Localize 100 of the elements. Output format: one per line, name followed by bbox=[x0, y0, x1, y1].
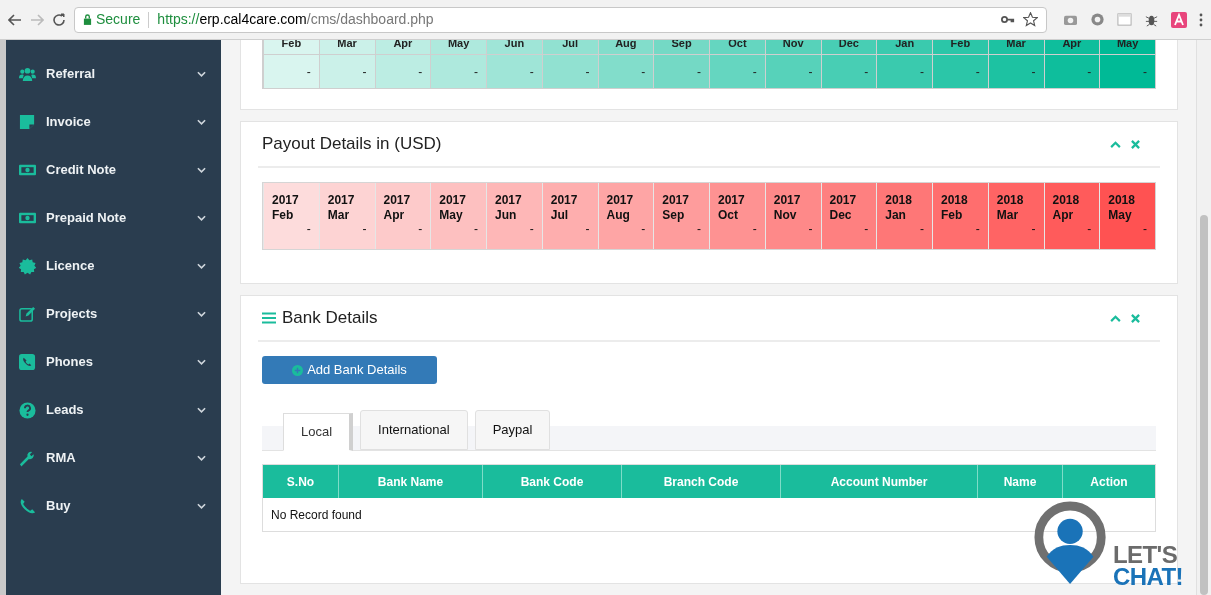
table-cell: - bbox=[987, 54, 1044, 88]
edit-icon bbox=[19, 305, 36, 323]
payout-value: - bbox=[474, 223, 478, 235]
table-header-cell: Oct bbox=[709, 40, 765, 54]
star-icon[interactable] bbox=[1023, 12, 1038, 27]
table-cell: - bbox=[932, 54, 988, 88]
year-label: 2017 bbox=[550, 193, 579, 208]
table-cell: - bbox=[318, 54, 375, 88]
month-label: Feb bbox=[941, 208, 964, 223]
table-cell: - bbox=[486, 54, 542, 88]
payout-value: - bbox=[418, 223, 423, 235]
chevron-down-icon bbox=[197, 215, 206, 221]
seal-icon bbox=[19, 257, 36, 275]
year-label: 2017 bbox=[829, 193, 858, 208]
chevron-down-icon bbox=[197, 263, 206, 269]
card-title: Bank Details bbox=[282, 307, 378, 330]
address-bar[interactable]: Secure https://erp.cal4care.com/cms/dashboard.php bbox=[74, 6, 1047, 33]
month-label: May bbox=[1108, 208, 1133, 223]
column-header: Bank Name bbox=[338, 465, 482, 498]
chevron-down-icon bbox=[197, 167, 206, 173]
phone-icon bbox=[19, 353, 36, 371]
extension-icon[interactable] bbox=[1171, 11, 1187, 28]
add-bank-details-button[interactable]: Add Bank Details bbox=[262, 356, 437, 384]
back-icon[interactable] bbox=[8, 12, 22, 27]
table-header-cell: Mar bbox=[987, 40, 1044, 54]
camera-icon[interactable] bbox=[1063, 13, 1078, 26]
payout-value: - bbox=[306, 223, 311, 235]
sidebar-item[interactable]: Buy bbox=[6, 482, 221, 530]
forward-icon[interactable] bbox=[30, 12, 44, 27]
chevron-down-icon bbox=[197, 407, 206, 413]
month-label: Feb bbox=[272, 208, 295, 223]
sidebar-item[interactable]: Projects bbox=[6, 290, 221, 338]
month-label: Dec bbox=[829, 208, 853, 223]
chat-label: LET'S bbox=[1113, 544, 1179, 566]
payout-value: - bbox=[641, 223, 646, 235]
month-label: Jul bbox=[550, 208, 570, 223]
table-cell: - bbox=[430, 54, 486, 88]
chat-label: CHAT! bbox=[1113, 566, 1183, 588]
table-cell: - bbox=[653, 54, 709, 88]
table-header-cell: May bbox=[430, 40, 486, 54]
payout-value: - bbox=[1143, 223, 1147, 235]
collapse-icon[interactable] bbox=[1110, 314, 1121, 322]
column-header: Account Number bbox=[780, 465, 977, 498]
wrench-icon bbox=[19, 449, 36, 467]
table-cell: - bbox=[764, 54, 821, 88]
scrollbar-thumb[interactable] bbox=[1200, 215, 1208, 595]
sidebar-item[interactable]: Credit Note bbox=[6, 146, 221, 194]
url-text: https://erp.cal4care.com/cms/dashboard.php bbox=[157, 10, 434, 29]
sidebar-item[interactable]: Invoice bbox=[6, 98, 221, 146]
payout-value: - bbox=[752, 223, 757, 235]
window-icon[interactable] bbox=[1117, 12, 1132, 27]
lock-icon bbox=[83, 14, 92, 25]
users-icon bbox=[19, 65, 36, 83]
month-label: Apr bbox=[383, 208, 406, 223]
sidebar-item[interactable]: Referral bbox=[6, 50, 221, 98]
menu-icon[interactable] bbox=[1199, 12, 1203, 27]
chat-widget[interactable]: LET'S CHAT! bbox=[1033, 498, 1198, 590]
payout-value: - bbox=[529, 223, 534, 235]
year-label: 2017 bbox=[718, 193, 746, 208]
table-header-cell: Jul bbox=[541, 40, 598, 54]
table-header-cell: Aug bbox=[597, 40, 654, 54]
month-label: Oct bbox=[718, 208, 739, 223]
column-header: Action bbox=[1062, 465, 1155, 498]
sidebar-item[interactable]: Prepaid Note bbox=[6, 194, 221, 242]
collapse-icon[interactable] bbox=[1110, 140, 1121, 148]
phone-icon bbox=[19, 497, 36, 515]
month-label: Jun bbox=[495, 208, 518, 223]
tab[interactable]: International bbox=[360, 410, 468, 450]
sidebar-item[interactable]: Licence bbox=[6, 242, 221, 290]
question-icon bbox=[19, 401, 36, 419]
payout-value: - bbox=[920, 223, 924, 235]
chevron-down-icon bbox=[197, 119, 206, 125]
column-header: S.No bbox=[285, 473, 316, 491]
month-label: Apr bbox=[1052, 208, 1075, 223]
table-header-cell: Jan bbox=[876, 40, 932, 54]
payout-value: - bbox=[864, 223, 869, 235]
close-icon[interactable] bbox=[1131, 313, 1140, 323]
sidebar-item[interactable]: RMA bbox=[6, 434, 221, 482]
table-cell: - bbox=[374, 54, 431, 88]
key-icon[interactable] bbox=[1001, 15, 1015, 24]
payout-value: - bbox=[975, 223, 980, 235]
year-label: 2017 bbox=[327, 193, 356, 208]
table-header-cell: Sep bbox=[653, 40, 709, 54]
month-label: May bbox=[439, 208, 464, 223]
payout-value: - bbox=[1087, 223, 1092, 235]
chevron-down-icon bbox=[197, 311, 206, 317]
tab[interactable]: Paypal bbox=[474, 410, 551, 450]
table-cell: - bbox=[263, 54, 319, 88]
sidebar-item[interactable]: Phones bbox=[6, 338, 221, 386]
close-icon[interactable] bbox=[1131, 139, 1140, 149]
month-label: Mar bbox=[996, 208, 1020, 223]
note-icon bbox=[19, 113, 36, 131]
tab[interactable]: Local bbox=[283, 413, 354, 451]
year-label: 2017 bbox=[272, 193, 300, 208]
reload-icon[interactable] bbox=[52, 12, 66, 27]
gear-icon[interactable] bbox=[1090, 12, 1105, 27]
year-label: 2018 bbox=[885, 193, 913, 208]
year-label: 2018 bbox=[1052, 193, 1081, 208]
table-cell: - bbox=[1099, 54, 1155, 88]
sidebar-item[interactable]: Leads bbox=[6, 386, 221, 434]
